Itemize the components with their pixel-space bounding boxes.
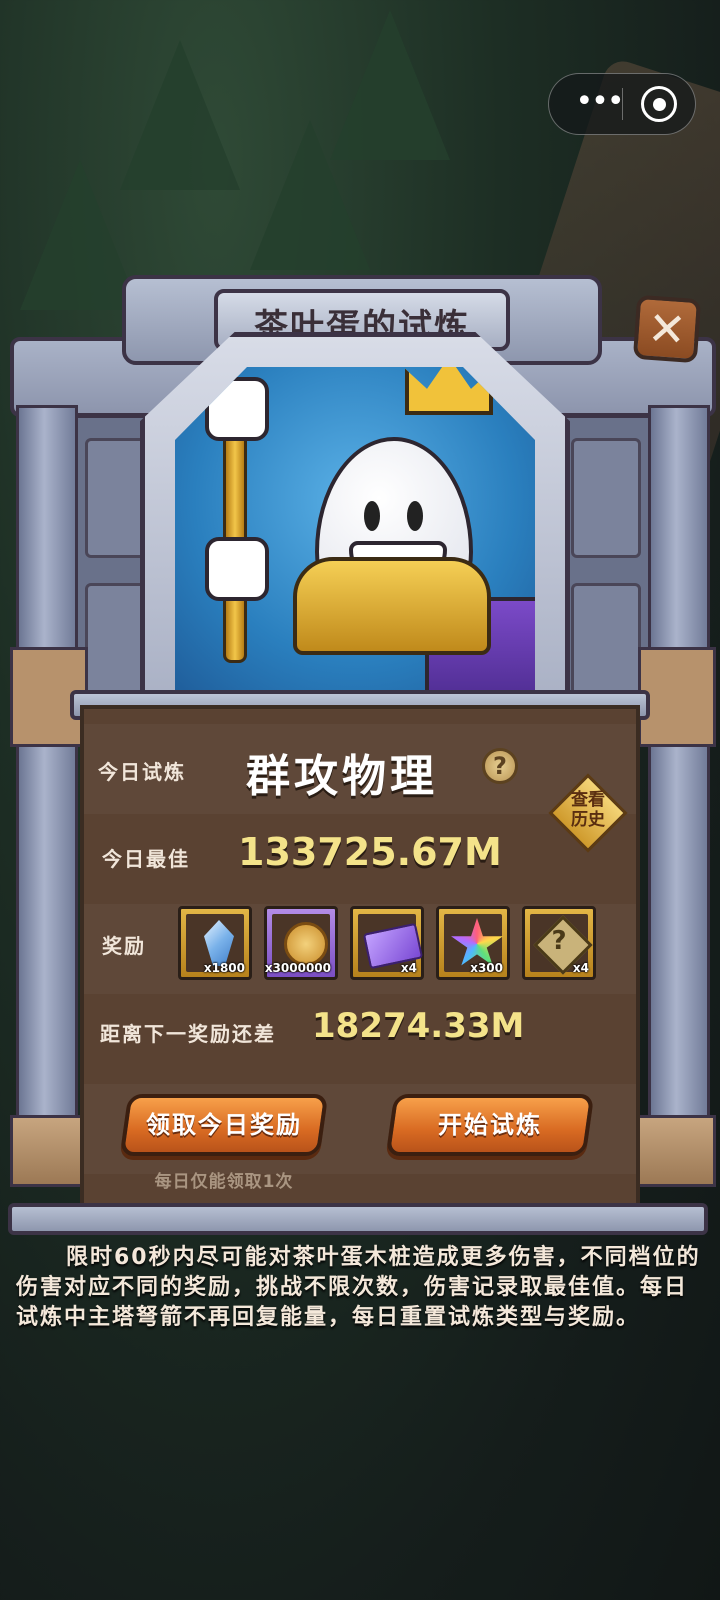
reward-qty: x300 [470, 961, 503, 975]
gold-coin-icon [284, 922, 328, 966]
boss-portrait [140, 332, 570, 704]
scepter-icon [223, 407, 247, 663]
claim-button-label: 领取今日奖励 [146, 1111, 302, 1139]
view-history-label: 查看 历史 [556, 790, 620, 830]
today-trial-label: 今日试炼 [98, 760, 186, 784]
start-trial-button[interactable]: 开始试炼 [385, 1094, 595, 1156]
blue-crystal-icon [204, 920, 234, 966]
next-reward-gap-label: 距离下一奖励还差 [100, 1022, 276, 1046]
close-button[interactable]: ✕ [632, 294, 702, 364]
pillar-base [636, 1115, 716, 1187]
question-mark-icon: ? [551, 926, 567, 956]
today-best-value: 133725.67M [238, 830, 502, 874]
reward-qty: x1800 [203, 961, 245, 975]
history-label-line1: 查看 [571, 790, 605, 810]
start-button-label: 开始试炼 [438, 1111, 542, 1139]
reward-qty: x4 [400, 961, 417, 975]
fist-hand-icon [205, 537, 269, 601]
reward-item[interactable]: x1800 [178, 906, 252, 980]
background-tree [330, 10, 450, 160]
rewards-label: 奖励 [102, 934, 146, 958]
reward-qty: x3000000 [264, 961, 331, 975]
wall-panel [571, 583, 641, 703]
next-reward-gap-value: 18274.33M [312, 1006, 525, 1046]
left-pillar [16, 405, 78, 1185]
claim-today-reward-button[interactable]: 领取今日奖励 [119, 1094, 329, 1156]
miniprogram-close-button[interactable] [641, 86, 677, 122]
help-button[interactable]: ? [482, 748, 518, 784]
pointing-hand-icon [205, 377, 269, 441]
close-icon: ✕ [645, 300, 689, 358]
portrait-background [175, 367, 535, 699]
miniprogram-capsule: ••• [548, 73, 696, 135]
target-dot-icon [653, 98, 666, 111]
wall-panel [571, 438, 641, 558]
eye [364, 501, 380, 531]
reward-item[interactable]: x3000000 [264, 906, 338, 980]
reward-item[interactable]: x300 [436, 906, 510, 980]
reward-item[interactable]: x4 [350, 906, 424, 980]
pillar-base [10, 1115, 90, 1187]
today-best-label: 今日最佳 [102, 847, 190, 871]
reward-qty: x4 [572, 961, 589, 975]
trial-description: 限时60秒内尽可能对茶叶蛋木桩造成更多伤害，不同档位的伤害对应不同的奖励，挑战不… [16, 1243, 706, 1333]
claim-limit-note: 每日仅能领取1次 [154, 1172, 294, 1192]
today-trial-value: 群攻物理 [246, 751, 438, 802]
more-options-button[interactable]: ••• [569, 87, 629, 117]
reward-item[interactable]: ? x4 [522, 906, 596, 980]
capsule-divider [622, 88, 623, 120]
golden-armor [293, 557, 491, 655]
right-pillar [648, 405, 710, 1185]
eye [407, 501, 423, 531]
crown-icon [405, 367, 493, 415]
frame-floor [8, 1203, 708, 1235]
history-label-line2: 历史 [571, 810, 605, 830]
description-text: 限时60秒内尽可能对茶叶蛋木桩造成更多伤害，不同档位的伤害对应不同的奖励，挑战不… [16, 1245, 701, 1330]
